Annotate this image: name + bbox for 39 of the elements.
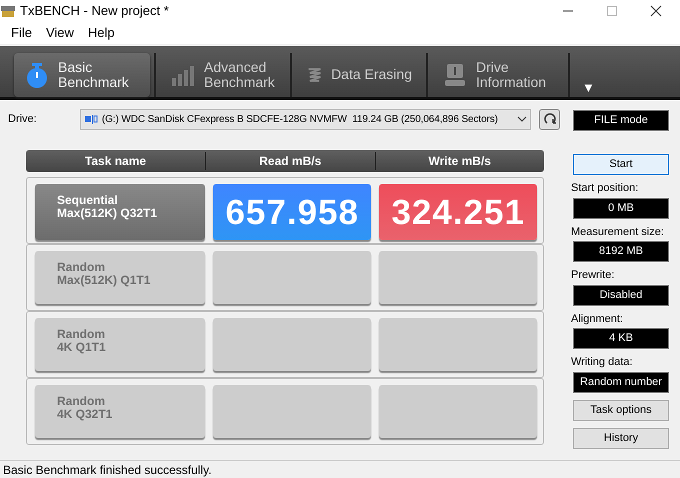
task-name[interactable]: Sequential Max(512K) Q32T1 (35, 184, 205, 240)
mode-display: FILE mode (573, 110, 669, 131)
setting-value: 0 MB (573, 198, 669, 218)
drive-label: Drive: (8, 112, 38, 127)
toolbar-tab[interactable]: Basic Benchmark (14, 52, 150, 96)
write-result: 324.251 (379, 184, 537, 240)
toolbar-tab[interactable]: Data Erasing (296, 52, 422, 96)
setting-label: Measurement size: (571, 224, 665, 240)
setting-label: Alignment: (571, 312, 624, 326)
setting-value: Random number (573, 372, 669, 392)
toolbar-tab[interactable]: Advanced Benchmark (160, 52, 286, 96)
drive-icon (442, 62, 468, 88)
menu-item[interactable]: View (38, 23, 81, 43)
stopwatch-icon (24, 62, 50, 88)
caret-icon (517, 116, 528, 122)
setting-value: 4 KB (573, 328, 669, 349)
setting-label: Prewrite: (571, 268, 616, 283)
more-menu-arrow[interactable]: ▼ (582, 78, 595, 97)
drive-dropdown[interactable]: (G:) WDC SanDisk CFexpress B SDCFE-128G NVMFW 119.24 GB (250,064,896 Sectors) (80, 108, 532, 130)
setting-value: 8192 MB (573, 241, 669, 262)
setting-label: Writing data: (571, 355, 634, 370)
read-result: 657.958 (213, 184, 371, 240)
setting-label: Start position: (571, 181, 640, 196)
column-header: Write mB/s (428, 153, 492, 170)
menu-item[interactable]: Help (80, 23, 122, 43)
drive-icon (84, 113, 98, 125)
start-button[interactable]: Start (573, 154, 669, 175)
menu-item[interactable]: File (4, 23, 39, 43)
status-text: Basic Benchmark finished successfully. (3, 462, 212, 478)
toolbar-tab[interactable]: Drive Information (432, 52, 564, 96)
app-icon (0, 4, 16, 18)
column-header: Read mB/s (206, 152, 376, 170)
window-title: TxBENCH - New project * (20, 2, 169, 20)
action-button[interactable]: Task options (573, 400, 669, 420)
column-header: Task name (26, 152, 206, 170)
setting-value: Disabled (573, 284, 669, 306)
refresh-button[interactable] (539, 108, 560, 130)
refresh-icon (542, 112, 557, 126)
action-button[interactable]: History (573, 428, 669, 448)
